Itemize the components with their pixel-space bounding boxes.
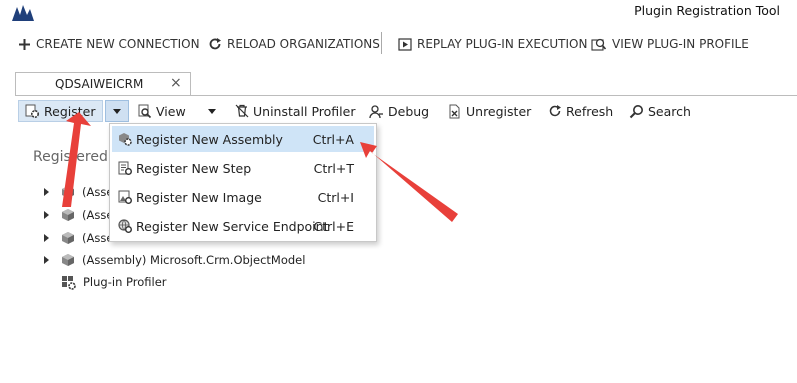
menu-item-shortcut: Ctrl+I: [317, 189, 354, 205]
tab-divider: [15, 95, 797, 96]
menu-item-label: Register New Step: [136, 160, 252, 176]
toolbar: Register View Uninstall Profiler Debug U…: [15, 98, 797, 124]
menu-item-shortcut: Ctrl+E: [313, 218, 354, 234]
tree-title: Registered: [33, 149, 108, 165]
reload-organizations-button[interactable]: RELOAD ORGANIZATIONS: [208, 34, 380, 54]
tree-item-assembly[interactable]: (Asse: [44, 183, 113, 201]
title-bar: Plugin Registration Tool: [0, 0, 797, 24]
tree-item-assembly[interactable]: (Assembly) Microsoft.Crm.ObjectModel: [44, 251, 305, 269]
register-dropdown-menu: Register New Assembly Ctrl+A Register Ne…: [109, 123, 377, 242]
create-new-connection-button[interactable]: CREATE NEW CONNECTION: [18, 34, 200, 54]
unregister-button[interactable]: Unregister: [448, 100, 531, 122]
refresh-label: Refresh: [566, 103, 614, 119]
debug-button[interactable]: Debug: [369, 100, 429, 122]
expand-icon[interactable]: [44, 188, 49, 196]
search-label: Search: [648, 103, 691, 119]
view-plugin-profile-button[interactable]: VIEW PLUG-IN PROFILE: [591, 34, 749, 54]
command-separator: [381, 32, 382, 54]
assembly-icon: [62, 254, 74, 266]
view-dropdown-button[interactable]: [208, 100, 216, 122]
view-label: View: [156, 103, 186, 119]
uninstall-profiler-label: Uninstall Profiler: [253, 103, 356, 119]
unregister-label: Unregister: [466, 103, 532, 119]
replay-plugin-execution-label: REPLAY PLUG-IN EXECUTION: [417, 37, 588, 51]
plus-icon: [19, 38, 30, 50]
view-icon: [138, 104, 152, 118]
app-title: Plugin Registration Tool: [634, 3, 780, 18]
debug-label: Debug: [388, 103, 430, 119]
tab-label: QDSAIWEICRM: [55, 77, 144, 91]
uninstall-icon: [235, 104, 249, 118]
replay-icon: [398, 37, 412, 51]
expand-icon[interactable]: [44, 256, 49, 264]
chevron-down-icon: [208, 108, 216, 114]
debug-icon: [369, 104, 383, 118]
refresh-icon: [549, 105, 561, 117]
tree-item-label: (Assembly) Microsoft.Crm.ObjectModel: [82, 253, 306, 267]
view-plugin-profile-label: VIEW PLUG-IN PROFILE: [612, 37, 749, 51]
menu-item-label: Register New Service Endpoint: [136, 218, 329, 234]
tree-item-assembly[interactable]: (Asse: [44, 229, 113, 247]
view-button[interactable]: View: [138, 100, 186, 122]
assembly-icon: [62, 232, 74, 244]
menu-item-shortcut: Ctrl+A: [312, 131, 354, 147]
close-icon[interactable]: ×: [170, 75, 182, 91]
register-button[interactable]: Register: [18, 100, 103, 122]
register-label: Register: [44, 103, 96, 119]
tree-item-label: Plug-in Profiler: [83, 275, 167, 289]
search-icon: [629, 104, 643, 118]
expand-icon[interactable]: [44, 211, 49, 219]
chevron-down-icon: [113, 108, 121, 114]
assembly-icon: [62, 186, 74, 198]
unregister-icon: [449, 104, 460, 118]
menu-item-register-new-assembly[interactable]: Register New Assembly Ctrl+A: [112, 126, 374, 152]
dynamics-logo-icon: [12, 5, 34, 21]
expand-icon[interactable]: [44, 234, 49, 242]
command-bar: CREATE NEW CONNECTION RELOAD ORGANIZATIO…: [0, 30, 797, 56]
replay-plugin-execution-button[interactable]: REPLAY PLUG-IN EXECUTION: [398, 34, 587, 54]
register-gear-icon: [25, 104, 40, 118]
profile-icon: [591, 38, 607, 51]
menu-item-register-new-service-endpoint[interactable]: Register New Service Endpoint Ctrl+E: [112, 213, 374, 239]
tree-item-plugin-profiler[interactable]: Plug-in Profiler: [61, 273, 167, 291]
tab-connection[interactable]: QDSAIWEICRM ×: [15, 72, 191, 95]
image-icon: [118, 190, 132, 204]
endpoint-icon: [118, 219, 132, 233]
assembly-icon: [62, 209, 74, 221]
profiler-icon: [62, 275, 76, 290]
create-new-connection-label: CREATE NEW CONNECTION: [36, 37, 200, 51]
reload-organizations-label: RELOAD ORGANIZATIONS: [227, 37, 380, 51]
gear-cube-icon: [119, 133, 132, 146]
menu-item-label: Register New Assembly: [136, 131, 283, 147]
menu-item-register-new-step[interactable]: Register New Step Ctrl+T: [112, 155, 374, 181]
menu-item-register-new-image[interactable]: Register New Image Ctrl+I: [112, 184, 374, 210]
menu-item-label: Register New Image: [136, 189, 262, 205]
refresh-button[interactable]: Refresh: [548, 100, 613, 122]
tree-item-assembly[interactable]: (Asse: [44, 206, 113, 224]
refresh-icon: [209, 38, 221, 50]
register-dropdown-button[interactable]: [105, 100, 129, 122]
step-icon: [118, 161, 132, 175]
uninstall-profiler-button[interactable]: Uninstall Profiler: [235, 100, 355, 122]
search-button[interactable]: Search: [629, 100, 691, 122]
menu-item-shortcut: Ctrl+T: [313, 160, 354, 176]
